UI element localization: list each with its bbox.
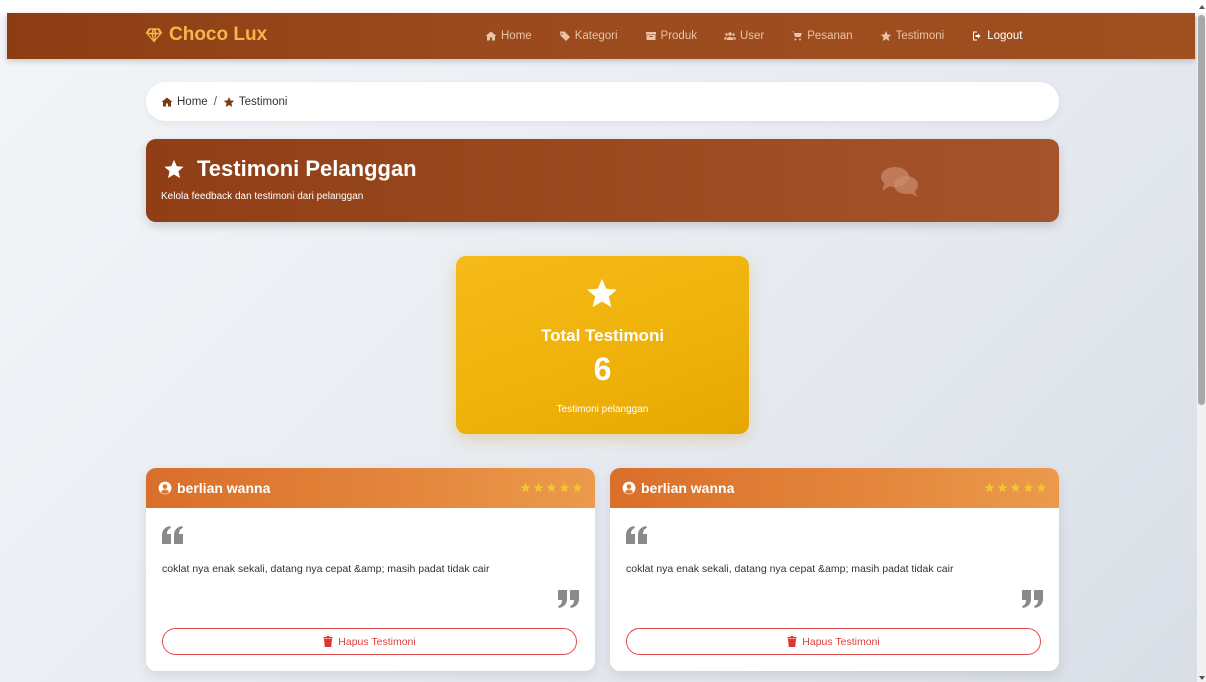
comments-icon xyxy=(881,167,918,197)
breadcrumb-home-label: Home xyxy=(177,95,208,108)
tags-icon xyxy=(559,31,570,41)
logout-icon xyxy=(973,31,981,41)
testimonial-card: berlian wanna coklat nya enak sekali, da… xyxy=(610,468,1059,671)
testimonial-author: berlian wanna xyxy=(641,480,735,496)
nav-item-label: Produk xyxy=(660,30,697,42)
delete-button-label: Hapus Testimoni xyxy=(338,635,416,648)
nav-item-home[interactable]: Home xyxy=(485,30,532,42)
nav-item-label: User xyxy=(739,30,765,42)
brand-name: Choco Lux xyxy=(169,24,268,45)
page-title-text: Testimoni Pelanggan xyxy=(197,156,417,181)
stat-title: Total Testimoni xyxy=(540,326,665,345)
nav-item-pesanan[interactable]: Pesanan xyxy=(791,30,853,42)
delete-testimonial-button[interactable]: Hapus Testimoni xyxy=(162,628,577,655)
testimonial-text: coklat nya enak sekali, datang nya cepat… xyxy=(162,563,490,575)
trash-icon xyxy=(787,636,797,647)
star-icon xyxy=(572,482,583,493)
star-icon xyxy=(1010,482,1021,493)
diamond-icon xyxy=(145,28,163,43)
home-icon xyxy=(161,97,173,106)
star-icon xyxy=(1036,482,1047,493)
scrollbar-thumb[interactable] xyxy=(1198,15,1205,405)
page-header-card: Testimoni Pelanggan Kelola feedback dan … xyxy=(146,139,1059,222)
nav-item-label: Pesanan xyxy=(807,30,853,42)
delete-testimonial-button[interactable]: Hapus Testimoni xyxy=(626,628,1041,655)
nav-item-label: Home xyxy=(501,30,532,42)
breadcrumb-current-label: Testimoni xyxy=(238,95,288,108)
nav-item-label: Testimoni xyxy=(895,30,945,42)
page-subtitle: Kelola feedback dan testimoni dari pelan… xyxy=(161,191,364,202)
stat-value: 6 xyxy=(593,351,612,387)
users-icon xyxy=(723,32,736,40)
star-icon xyxy=(559,482,570,493)
star-icon xyxy=(880,31,891,41)
testimonial-header: berlian wanna xyxy=(610,468,1059,508)
quote-right-icon xyxy=(558,590,579,608)
rating-stars xyxy=(520,482,583,493)
navbar: Choco Lux Home Kategori Produk User Pesa… xyxy=(7,13,1195,59)
breadcrumb: Home / Testimoni xyxy=(146,82,1059,121)
page-title: Testimoni Pelanggan xyxy=(163,156,417,182)
testimonial-header: berlian wanna xyxy=(146,468,595,508)
user-circle-icon xyxy=(622,481,636,495)
nav-item-logout[interactable]: Logout xyxy=(971,30,1022,42)
quote-left-icon xyxy=(626,526,647,544)
nav-item-testimoni[interactable]: Testimoni xyxy=(880,30,945,42)
total-testimoni-card: Total Testimoni 6 Testimoni pelanggan xyxy=(456,256,749,434)
testimonial-card: berlian wanna coklat nya enak sekali, da… xyxy=(146,468,595,671)
scroll-down-icon[interactable] xyxy=(1199,676,1205,680)
breadcrumb-current: Testimoni xyxy=(223,95,288,108)
trash-icon xyxy=(323,636,333,647)
user-circle-icon xyxy=(158,481,172,495)
breadcrumb-home[interactable]: Home xyxy=(161,96,208,108)
stat-caption: Testimoni pelanggan xyxy=(556,404,649,415)
nav-menu: Home Kategori Produk User Pesanan Testim… xyxy=(485,13,1022,59)
star-icon xyxy=(1023,482,1034,493)
quote-left-icon xyxy=(162,526,183,544)
cart-icon xyxy=(791,31,803,41)
scroll-up-icon[interactable] xyxy=(1199,5,1205,9)
nav-item-user[interactable]: User xyxy=(723,30,765,42)
home-icon xyxy=(485,31,497,41)
nav-item-produk[interactable]: Produk xyxy=(645,30,697,42)
testimonial-author: berlian wanna xyxy=(177,480,271,496)
star-icon xyxy=(533,482,544,493)
star-icon xyxy=(520,482,531,493)
brand-logo[interactable]: Choco Lux xyxy=(145,24,267,46)
star-icon xyxy=(984,482,995,493)
nav-item-label: Logout xyxy=(987,30,1023,42)
star-icon xyxy=(223,96,235,107)
nav-item-kategori[interactable]: Kategori xyxy=(559,30,618,42)
star-icon xyxy=(997,482,1008,493)
box-icon xyxy=(645,32,656,40)
rating-stars xyxy=(984,482,1047,493)
quote-right-icon xyxy=(1022,590,1043,608)
nav-item-label: Kategori xyxy=(574,30,618,42)
testimonial-text: coklat nya enak sekali, datang nya cepat… xyxy=(626,563,954,575)
star-icon xyxy=(546,482,557,493)
star-icon xyxy=(587,278,617,308)
delete-button-label: Hapus Testimoni xyxy=(802,635,880,648)
breadcrumb-separator: / xyxy=(213,95,217,108)
page-scrollbar[interactable] xyxy=(1197,5,1206,682)
star-icon xyxy=(164,159,184,179)
